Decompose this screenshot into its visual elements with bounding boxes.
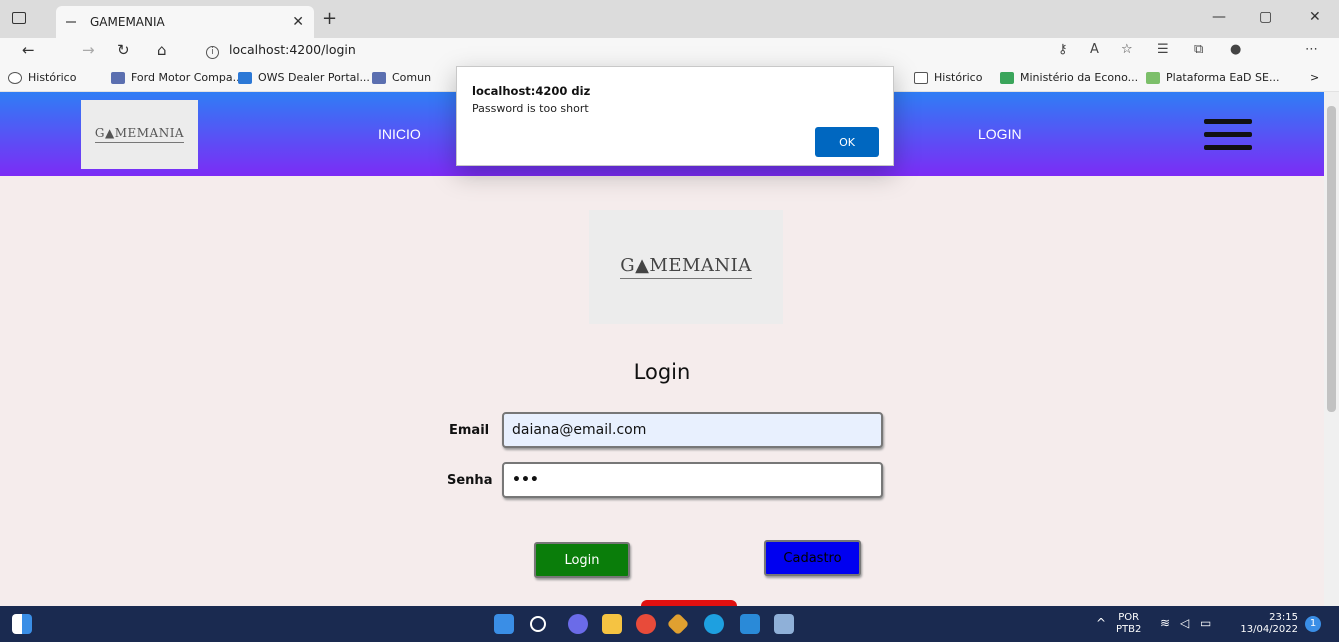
new-tab-icon[interactable]: + [322,8,337,29]
url-field[interactable]: i localhost:4200/login [206,42,356,59]
volume-icon[interactable]: ◁ [1180,617,1189,629]
windows-taskbar: ^ POR PTB2 ≋ ◁ ▭ 23:15 13/04/2022 1 [0,606,1339,642]
back-icon[interactable]: ← [22,41,35,59]
favorite-item[interactable]: OWS Dealer Portal... [238,71,370,84]
ows-icon [238,71,252,84]
tab-favicon-icon [66,21,76,23]
alert-dialog: localhost:4200 diz Password is too short… [456,66,894,166]
browser-tab[interactable]: GAMEMANIA ✕ [56,6,314,38]
file-explorer-icon[interactable] [602,614,622,634]
app-icon[interactable] [774,614,794,634]
page-logo: G▲MEMANIA [589,210,783,324]
info-icon[interactable]: i [206,46,219,59]
favorite-item[interactable]: Histórico [8,71,76,84]
close-window-icon[interactable]: ✕ [1309,9,1321,25]
chrome-icon[interactable] [636,614,656,634]
favorite-item[interactable]: Histórico [914,71,982,84]
login-button[interactable]: Login [534,542,630,578]
ford-icon [111,71,125,84]
restore-icon[interactable]: ▢ [1259,9,1272,25]
read-aloud-icon[interactable]: A [1090,42,1099,57]
header-logo[interactable]: G▲MEMANIA [81,100,198,169]
vscode-icon[interactable] [740,614,760,634]
comun-icon [372,71,386,84]
cadastro-button[interactable]: Cadastro [764,540,861,576]
tab-title: GAMEMANIA [90,15,165,29]
favorite-item[interactable]: Comun [372,71,431,84]
home-icon[interactable]: ⌂ [157,41,167,59]
favorite-item[interactable]: Plataforma EaD SE... [1146,71,1279,84]
tab-actions-icon[interactable] [12,12,26,24]
dialog-title: localhost:4200 diz [472,84,591,98]
ministerio-icon [1000,71,1014,84]
page-icon [914,71,928,84]
nav-link-login[interactable]: LOGIN [978,126,1022,142]
favorite-item[interactable]: Ministério da Econo... [1000,71,1138,84]
minimize-icon[interactable]: — [1212,9,1226,25]
forward-icon[interactable]: → [82,41,95,59]
edge-icon[interactable] [704,614,724,634]
login-page: G▲MEMANIA Login Email daiana@email.com S… [0,176,1324,608]
dialog-message: Password is too short [472,102,589,115]
battery-icon[interactable]: ▭ [1200,617,1211,629]
history-icon [8,71,22,84]
nav-link-inicio[interactable]: INICIO [378,126,421,142]
more-icon[interactable]: ⋯ [1305,42,1318,57]
widgets-icon[interactable] [12,614,32,634]
collections-icon[interactable]: ⧉ [1194,42,1203,57]
browser-tab-bar: GAMEMANIA ✕ + — ▢ ✕ [0,0,1339,38]
search-icon[interactable] [530,616,546,632]
start-icon[interactable] [494,614,514,634]
key-icon[interactable]: ⚷ [1058,42,1068,57]
favorite-item[interactable]: Ford Motor Compa... [111,71,243,84]
add-favorite-icon[interactable]: ☆ [1121,42,1133,57]
profile-icon[interactable]: ● [1230,42,1241,57]
chat-icon[interactable] [568,614,588,634]
dialog-ok-button[interactable]: OK [815,127,879,157]
scrollbar-thumb[interactable] [1327,106,1336,412]
close-tab-icon[interactable]: ✕ [292,14,304,30]
clock[interactable]: 23:15 13/04/2022 [1238,612,1298,636]
password-input[interactable]: ••• [502,462,883,498]
git-icon[interactable] [666,612,690,636]
page-scrollbar[interactable] [1324,92,1339,606]
email-label: Email [449,423,490,438]
refresh-icon[interactable]: ↻ [117,41,130,59]
page-title: Login [633,360,691,384]
favorites-icon[interactable]: ☰ [1157,42,1169,57]
address-bar: ← → ↻ ⌂ i localhost:4200/login ⚷ A ☆ ☰ ⧉ … [0,38,1339,64]
hamburger-menu-icon[interactable] [1204,119,1252,158]
wifi-icon[interactable]: ≋ [1160,617,1170,629]
language-indicator[interactable]: POR PTB2 [1116,612,1141,636]
plataforma-icon [1146,71,1160,84]
notification-badge[interactable]: 1 [1305,616,1321,632]
email-input[interactable]: daiana@email.com [502,412,883,448]
tray-chevron-icon[interactable]: ^ [1096,617,1106,629]
password-label: Senha [447,473,493,488]
favorites-overflow-icon[interactable]: > [1310,71,1319,84]
